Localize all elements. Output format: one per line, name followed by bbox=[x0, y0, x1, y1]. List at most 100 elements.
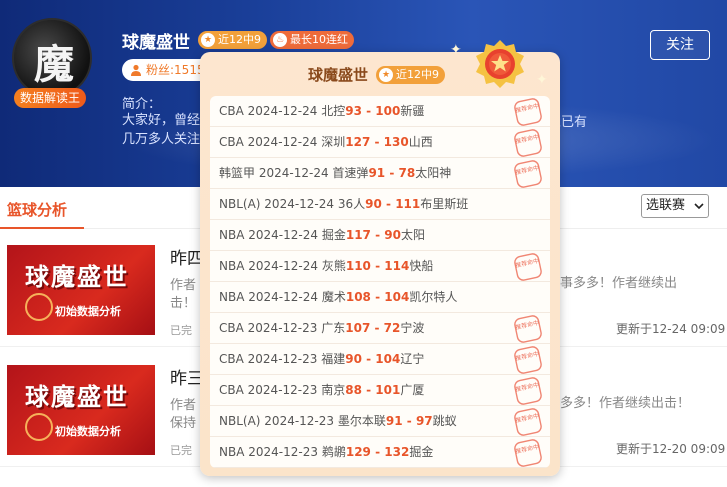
recent-record-tag[interactable]: ★ 近12中9 bbox=[198, 31, 267, 49]
record-score-sep: - bbox=[361, 383, 376, 397]
record-date: 2024-12-24 bbox=[248, 290, 318, 304]
thumbnail-title: 球魔盛世 bbox=[25, 262, 129, 291]
record-row[interactable]: 韩篮甲 2024-12-24 首速弹91 - 78太阳神 推荐命中 bbox=[210, 158, 550, 189]
article-status: 已完 bbox=[170, 324, 192, 337]
star-icon: ★ bbox=[201, 33, 215, 47]
record-row[interactable]: NBL(A) 2024-12-23 墨尔本联91 - 97跳蚁 推荐命中 bbox=[210, 406, 550, 437]
article-desc-line-2: 保持 bbox=[170, 416, 197, 431]
article-thumbnail[interactable]: 球魔盛世 初始数据分析 bbox=[7, 245, 155, 335]
record-date: 2024-12-23 bbox=[247, 352, 318, 366]
record-away-team: 新疆 bbox=[400, 104, 425, 118]
hit-stamp-icon: 推荐命中 bbox=[514, 346, 542, 374]
basketball-icon bbox=[25, 293, 53, 321]
article-desc-right: 多多！作者继续出击！ bbox=[560, 396, 691, 411]
fans-label: 粉丝:1515 bbox=[146, 63, 205, 77]
hit-stamp-text: 推荐命中 bbox=[515, 319, 540, 332]
avatar[interactable]: 魔 bbox=[12, 18, 92, 98]
record-away-team: 太阳 bbox=[400, 228, 425, 242]
record-home-team: 鹈鹕 bbox=[321, 445, 346, 459]
record-row[interactable]: CBA 2024-12-24 深圳127 - 130山西 推荐命中 bbox=[210, 127, 550, 158]
record-score-sep: - bbox=[370, 228, 385, 242]
record-row[interactable]: CBA 2024-12-23 福建90 - 104辽宁 推荐命中 bbox=[210, 344, 550, 375]
record-away-score: 104 bbox=[375, 352, 401, 366]
hit-stamp-icon: 推荐命中 bbox=[514, 129, 542, 157]
record-away-score: 90 bbox=[384, 228, 401, 242]
follow-button[interactable]: 关注 bbox=[650, 30, 710, 60]
avatar-badge: 数据解读王 bbox=[14, 88, 87, 108]
record-date: 2024-12-23 bbox=[248, 445, 318, 459]
record-away-team: 掘金 bbox=[409, 445, 434, 459]
record-home-score: 110 bbox=[345, 259, 371, 273]
popup-record-label: 近12中9 bbox=[396, 68, 439, 81]
record-league: CBA bbox=[219, 135, 244, 149]
article-desc-right: 事多多！作者继续出 bbox=[560, 276, 678, 291]
record-league: NBL(A) bbox=[219, 197, 261, 211]
streak-tag: ♨ 最长10连红 bbox=[270, 31, 354, 49]
avatar-logo: 魔 bbox=[34, 41, 74, 88]
record-home-team: 北控 bbox=[321, 104, 346, 118]
article-update-time: 更新于12-24 09:09 bbox=[616, 322, 726, 336]
hit-stamp-text: 推荐命中 bbox=[515, 350, 540, 363]
record-date: 2024-12-23 bbox=[264, 414, 335, 428]
record-score-sep: - bbox=[370, 445, 385, 459]
record-league: NBA bbox=[219, 290, 245, 304]
sparkle-icon: ✦ bbox=[536, 72, 548, 88]
hit-stamp-text: 推荐命中 bbox=[515, 164, 540, 177]
record-row[interactable]: NBA 2024-12-23 鹈鹕129 - 132掘金 推荐命中 bbox=[210, 437, 550, 468]
record-row[interactable]: CBA 2024-12-23 广东107 - 72宁波 推荐命中 bbox=[210, 313, 550, 344]
record-league: 韩篮甲 bbox=[219, 166, 256, 180]
active-tab-indicator bbox=[0, 227, 84, 229]
record-home-score: 90 bbox=[365, 197, 382, 211]
hit-stamp-text: 推荐命中 bbox=[515, 443, 540, 456]
record-score-sep: - bbox=[361, 104, 376, 118]
record-date: 2024-12-24 bbox=[247, 135, 318, 149]
chevron-down-icon bbox=[694, 203, 704, 210]
record-score-sep: - bbox=[381, 197, 396, 211]
record-home-team: 魔术 bbox=[321, 290, 346, 304]
article-status: 已完 bbox=[170, 444, 192, 457]
record-home-team: 墨尔本联 bbox=[337, 414, 386, 428]
record-score-sep: - bbox=[370, 259, 385, 273]
record-row[interactable]: CBA 2024-12-23 南京88 - 101广厦 推荐命中 bbox=[210, 375, 550, 406]
record-home-team: 36人 bbox=[337, 197, 366, 211]
article-desc: 作者 bbox=[170, 398, 197, 413]
record-league: NBA bbox=[219, 259, 245, 273]
record-popup: ✦ ✦ 球魔盛世 ★ 近12中9 CBA 2024-12-24 北控93 - 1… bbox=[200, 40, 560, 476]
basketball-icon bbox=[25, 413, 53, 441]
record-home-score: 90 bbox=[345, 352, 362, 366]
record-row[interactable]: NBA 2024-12-24 灰熊110 - 114快船 推荐命中 bbox=[210, 251, 550, 282]
record-away-team: 辽宁 bbox=[400, 352, 425, 366]
hit-stamp-icon: 推荐命中 bbox=[514, 160, 542, 188]
article-update-time: 更新于12-20 09:09 bbox=[616, 442, 726, 456]
article-title[interactable]: 昨三 bbox=[170, 364, 204, 389]
thumbnail-title: 球魔盛世 bbox=[25, 382, 129, 411]
record-league: NBA bbox=[219, 445, 245, 459]
league-select-value: 选联赛 bbox=[646, 198, 686, 213]
article-thumbnail[interactable]: 球魔盛世 初始数据分析 bbox=[7, 365, 155, 455]
record-away-score: 78 bbox=[398, 166, 416, 180]
record-league: CBA bbox=[219, 352, 244, 366]
hit-stamp-icon: 推荐命中 bbox=[514, 408, 542, 436]
record-row[interactable]: NBL(A) 2024-12-24 36人90 - 111布里斯班 bbox=[210, 189, 550, 220]
hit-stamp-icon: 推荐命中 bbox=[514, 377, 542, 405]
popup-author-name: 球魔盛世 bbox=[308, 66, 369, 84]
record-league: NBA bbox=[219, 228, 245, 242]
tab-basketball-analysis[interactable]: 篮球分析 bbox=[7, 199, 67, 220]
record-league: NBL(A) bbox=[219, 414, 261, 428]
record-row[interactable]: NBA 2024-12-24 掘金117 - 90太阳 bbox=[210, 220, 550, 251]
record-date: 2024-12-24 bbox=[264, 197, 335, 211]
record-league: CBA bbox=[219, 104, 244, 118]
person-icon bbox=[131, 64, 141, 76]
league-select[interactable]: 选联赛 bbox=[641, 194, 709, 218]
record-row[interactable]: NBA 2024-12-24 魔术108 - 104凯尔特人 bbox=[210, 282, 550, 313]
article-title[interactable]: 昨四 bbox=[170, 244, 204, 269]
record-date: 2024-12-24 bbox=[248, 228, 318, 242]
sparkle-icon: ✦ bbox=[450, 42, 462, 58]
record-away-team: 凯尔特人 bbox=[409, 290, 458, 304]
record-home-team: 广东 bbox=[321, 321, 346, 335]
record-away-score: 100 bbox=[375, 104, 401, 118]
article-desc: 作者 bbox=[170, 278, 197, 293]
author-name: 球魔盛世 bbox=[122, 33, 190, 53]
record-date: 2024-12-24 bbox=[248, 259, 318, 273]
record-row[interactable]: CBA 2024-12-24 北控93 - 100新疆 推荐命中 bbox=[210, 96, 550, 127]
